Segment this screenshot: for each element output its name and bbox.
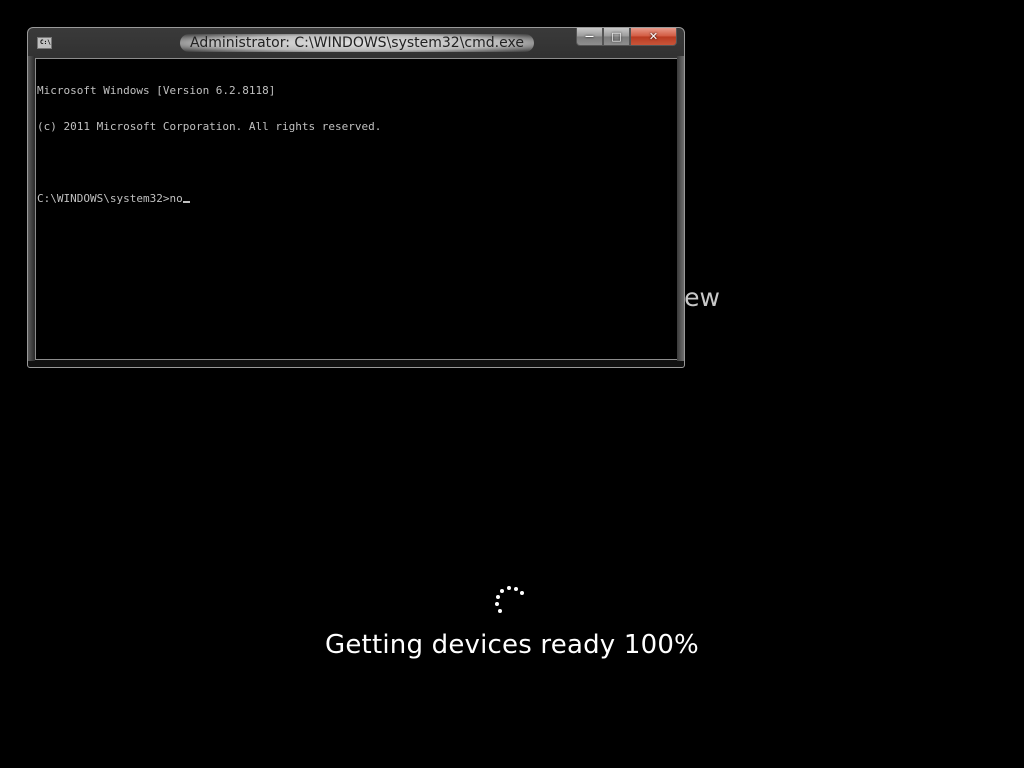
console-input[interactable]: no — [169, 192, 182, 205]
minimize-icon: — — [585, 31, 594, 42]
cmd-icon[interactable]: C:\ — [37, 37, 52, 49]
cmd-icon-label: C:\ — [40, 39, 51, 46]
console-line-blank — [37, 157, 677, 169]
minimize-button[interactable]: — — [576, 28, 603, 46]
maximize-icon: □ — [611, 30, 622, 43]
close-icon: ✕ — [648, 30, 659, 43]
console-line-version: Microsoft Windows [Version 6.2.8118] — [37, 84, 276, 97]
console-prompt: C:\WINDOWS\system32> — [37, 192, 170, 205]
console-line-copyright: (c) 2011 Microsoft Corporation. All righ… — [37, 120, 382, 133]
window-title-label: Administrator: C:\WINDOWS\system32\cmd.e… — [180, 34, 534, 52]
text-cursor — [182, 201, 190, 203]
close-button[interactable]: ✕ — [630, 28, 677, 46]
title-bar[interactable]: C:\ Administrator: C:\WINDOWS\system32\c… — [28, 28, 684, 57]
cmd-window[interactable]: C:\ Administrator: C:\WINDOWS\system32\c… — [27, 27, 685, 368]
setup-status-text: Getting devices ready 100% — [325, 630, 699, 660]
console-prompt-line[interactable]: C:\WINDOWS\system32>no — [37, 193, 677, 205]
maximize-button[interactable]: □ — [603, 28, 630, 46]
console-output[interactable]: Microsoft Windows [Version 6.2.8118] (c)… — [35, 58, 678, 360]
caption-buttons: — □ ✕ — [576, 28, 677, 47]
loading-spinner-icon — [492, 585, 526, 619]
